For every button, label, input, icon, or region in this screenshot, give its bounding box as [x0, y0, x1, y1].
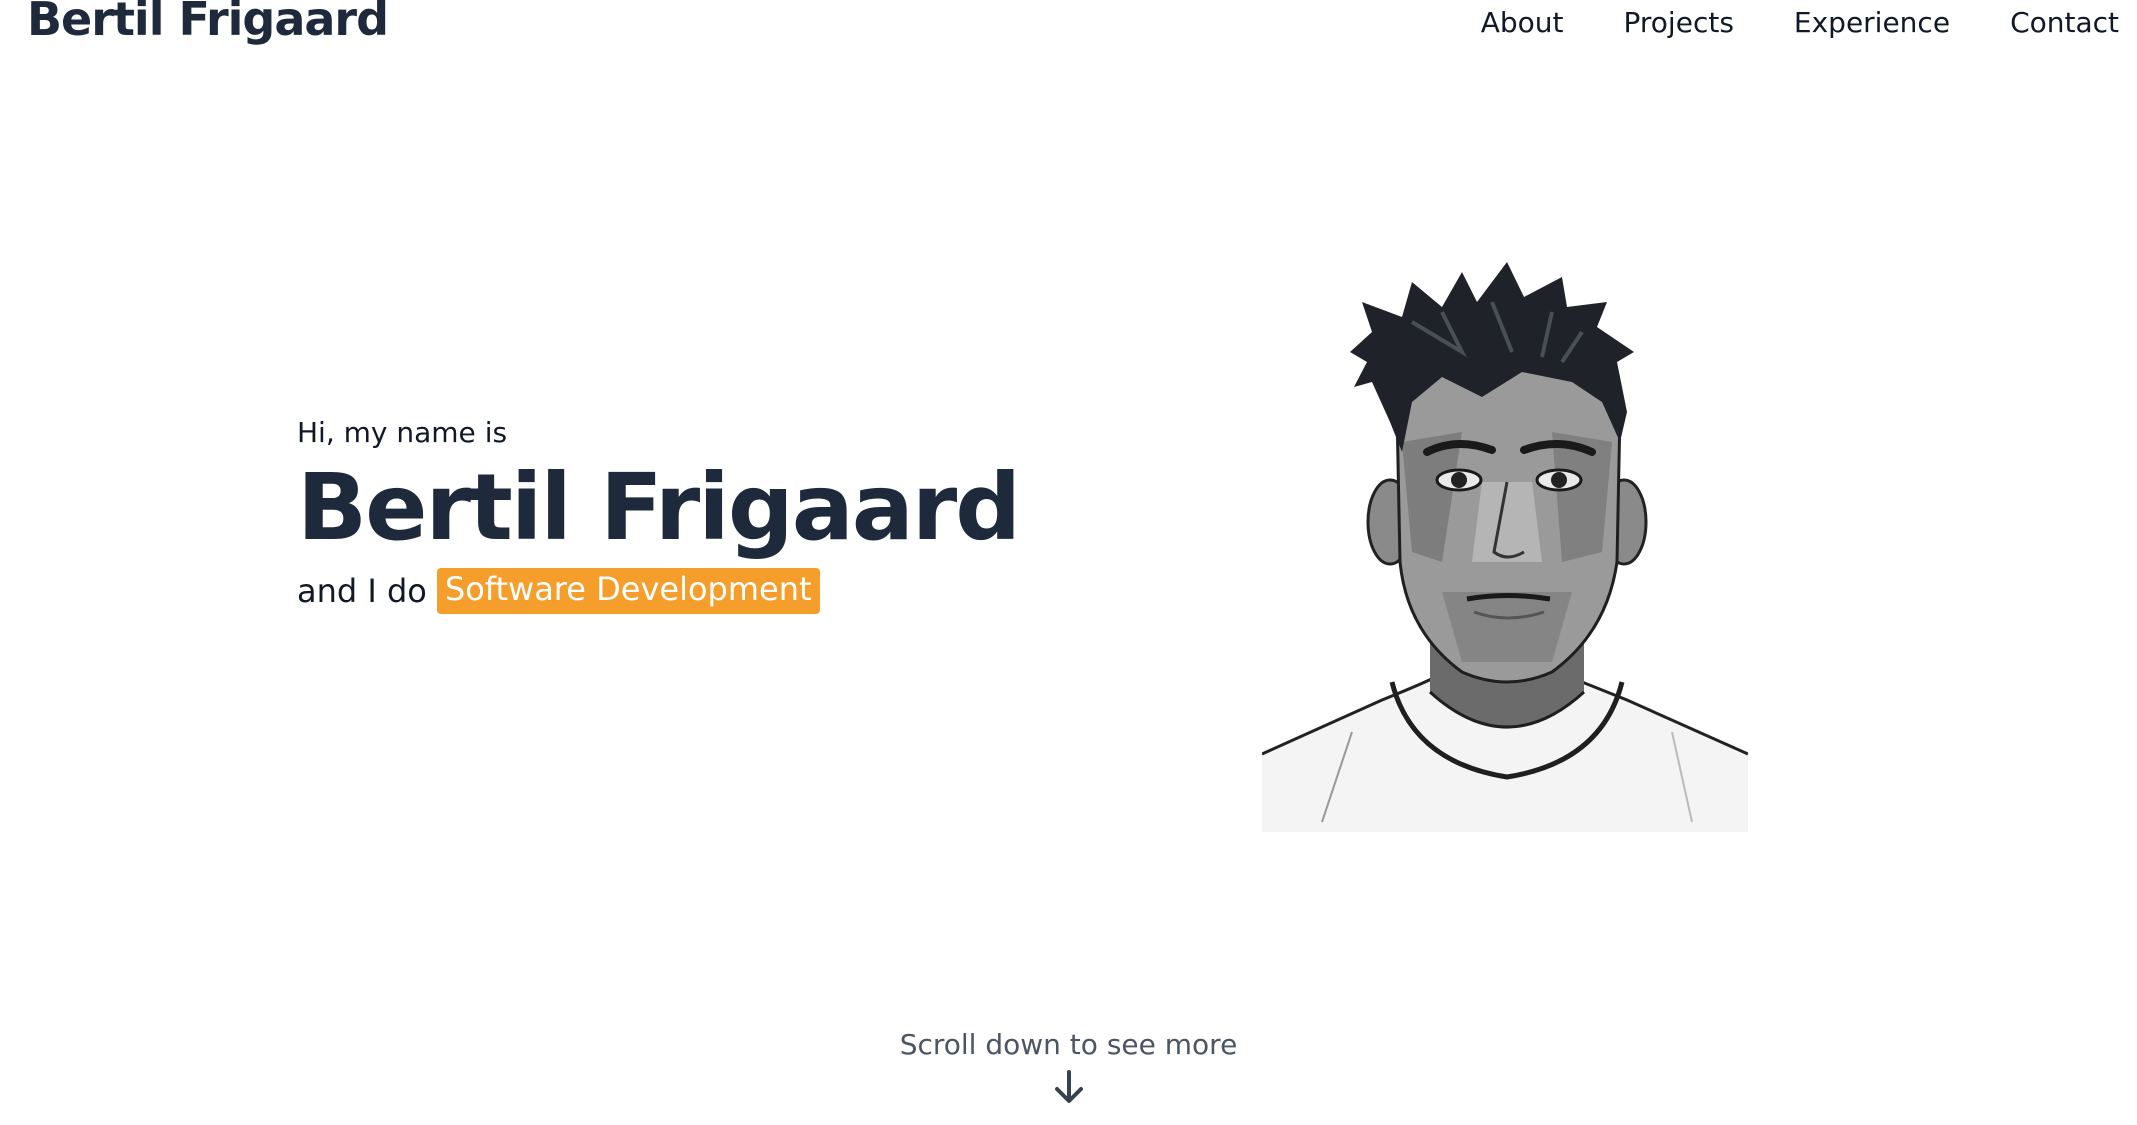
page: Bertil Frigaard About Projects Experienc… — [0, 0, 2137, 1125]
nav-link-contact[interactable]: Contact — [2010, 6, 2119, 39]
site-header: Bertil Frigaard About Projects Experienc… — [0, 0, 2137, 60]
brand-logo[interactable]: Bertil Frigaard — [27, 0, 389, 46]
hero-tagline: and I do Software Development — [297, 568, 1019, 615]
nav-link-about[interactable]: About — [1481, 6, 1564, 39]
tagline-highlight: Software Development — [436, 568, 820, 615]
nav-link-experience[interactable]: Experience — [1794, 6, 1950, 39]
arrow-down-icon[interactable] — [1052, 1069, 1086, 1105]
scroll-hint-text: Scroll down to see more — [899, 1028, 1238, 1061]
scroll-hint: Scroll down to see more — [0, 1028, 2137, 1105]
main-nav: About Projects Experience Contact — [1481, 6, 2119, 39]
tagline-prefix: and I do — [297, 572, 427, 611]
hero-greeting: Hi, my name is — [297, 416, 508, 449]
hero-name: Bertil Frigaard — [297, 454, 1021, 561]
hero-intro: Hi, my name is Bertil Frigaard and I do … — [297, 416, 1021, 615]
nav-link-projects[interactable]: Projects — [1624, 6, 1734, 39]
portrait-illustration — [1261, 262, 1749, 832]
